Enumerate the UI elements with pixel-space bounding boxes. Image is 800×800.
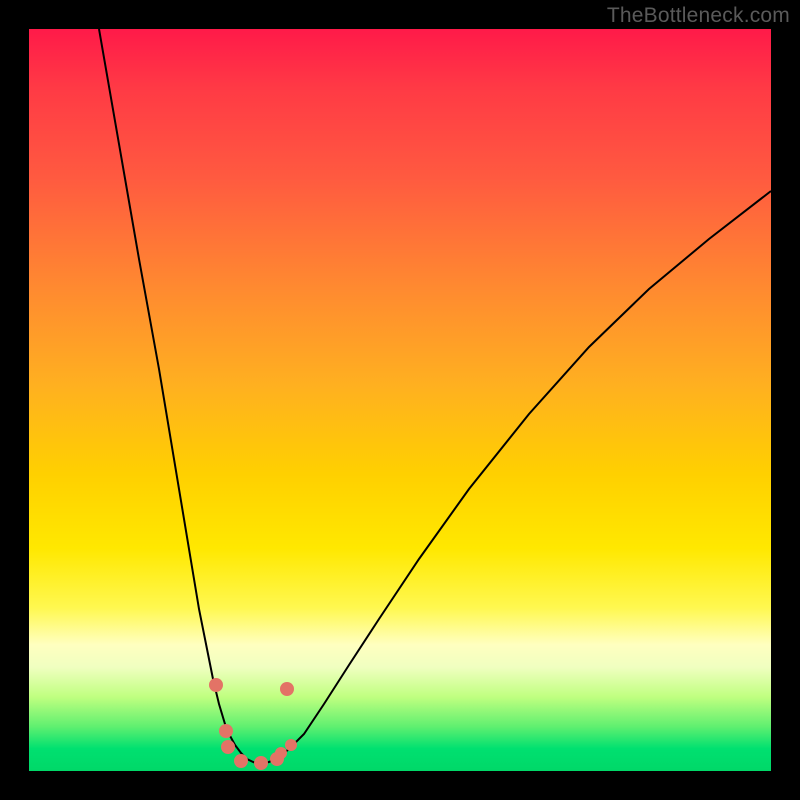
watermark-text: TheBottleneck.com — [607, 4, 790, 28]
data-dot — [285, 739, 297, 751]
data-dot — [209, 678, 223, 692]
curve-left-branch — [99, 29, 259, 764]
data-dot — [275, 747, 287, 759]
bottleneck-curve-svg — [29, 29, 771, 771]
chart-frame — [29, 29, 771, 771]
data-dot — [221, 740, 235, 754]
data-dot — [254, 756, 268, 770]
data-dot — [234, 754, 248, 768]
data-dot — [280, 682, 294, 696]
curve-right-branch — [259, 191, 771, 764]
data-dots-group — [209, 678, 297, 770]
data-dot — [219, 724, 233, 738]
